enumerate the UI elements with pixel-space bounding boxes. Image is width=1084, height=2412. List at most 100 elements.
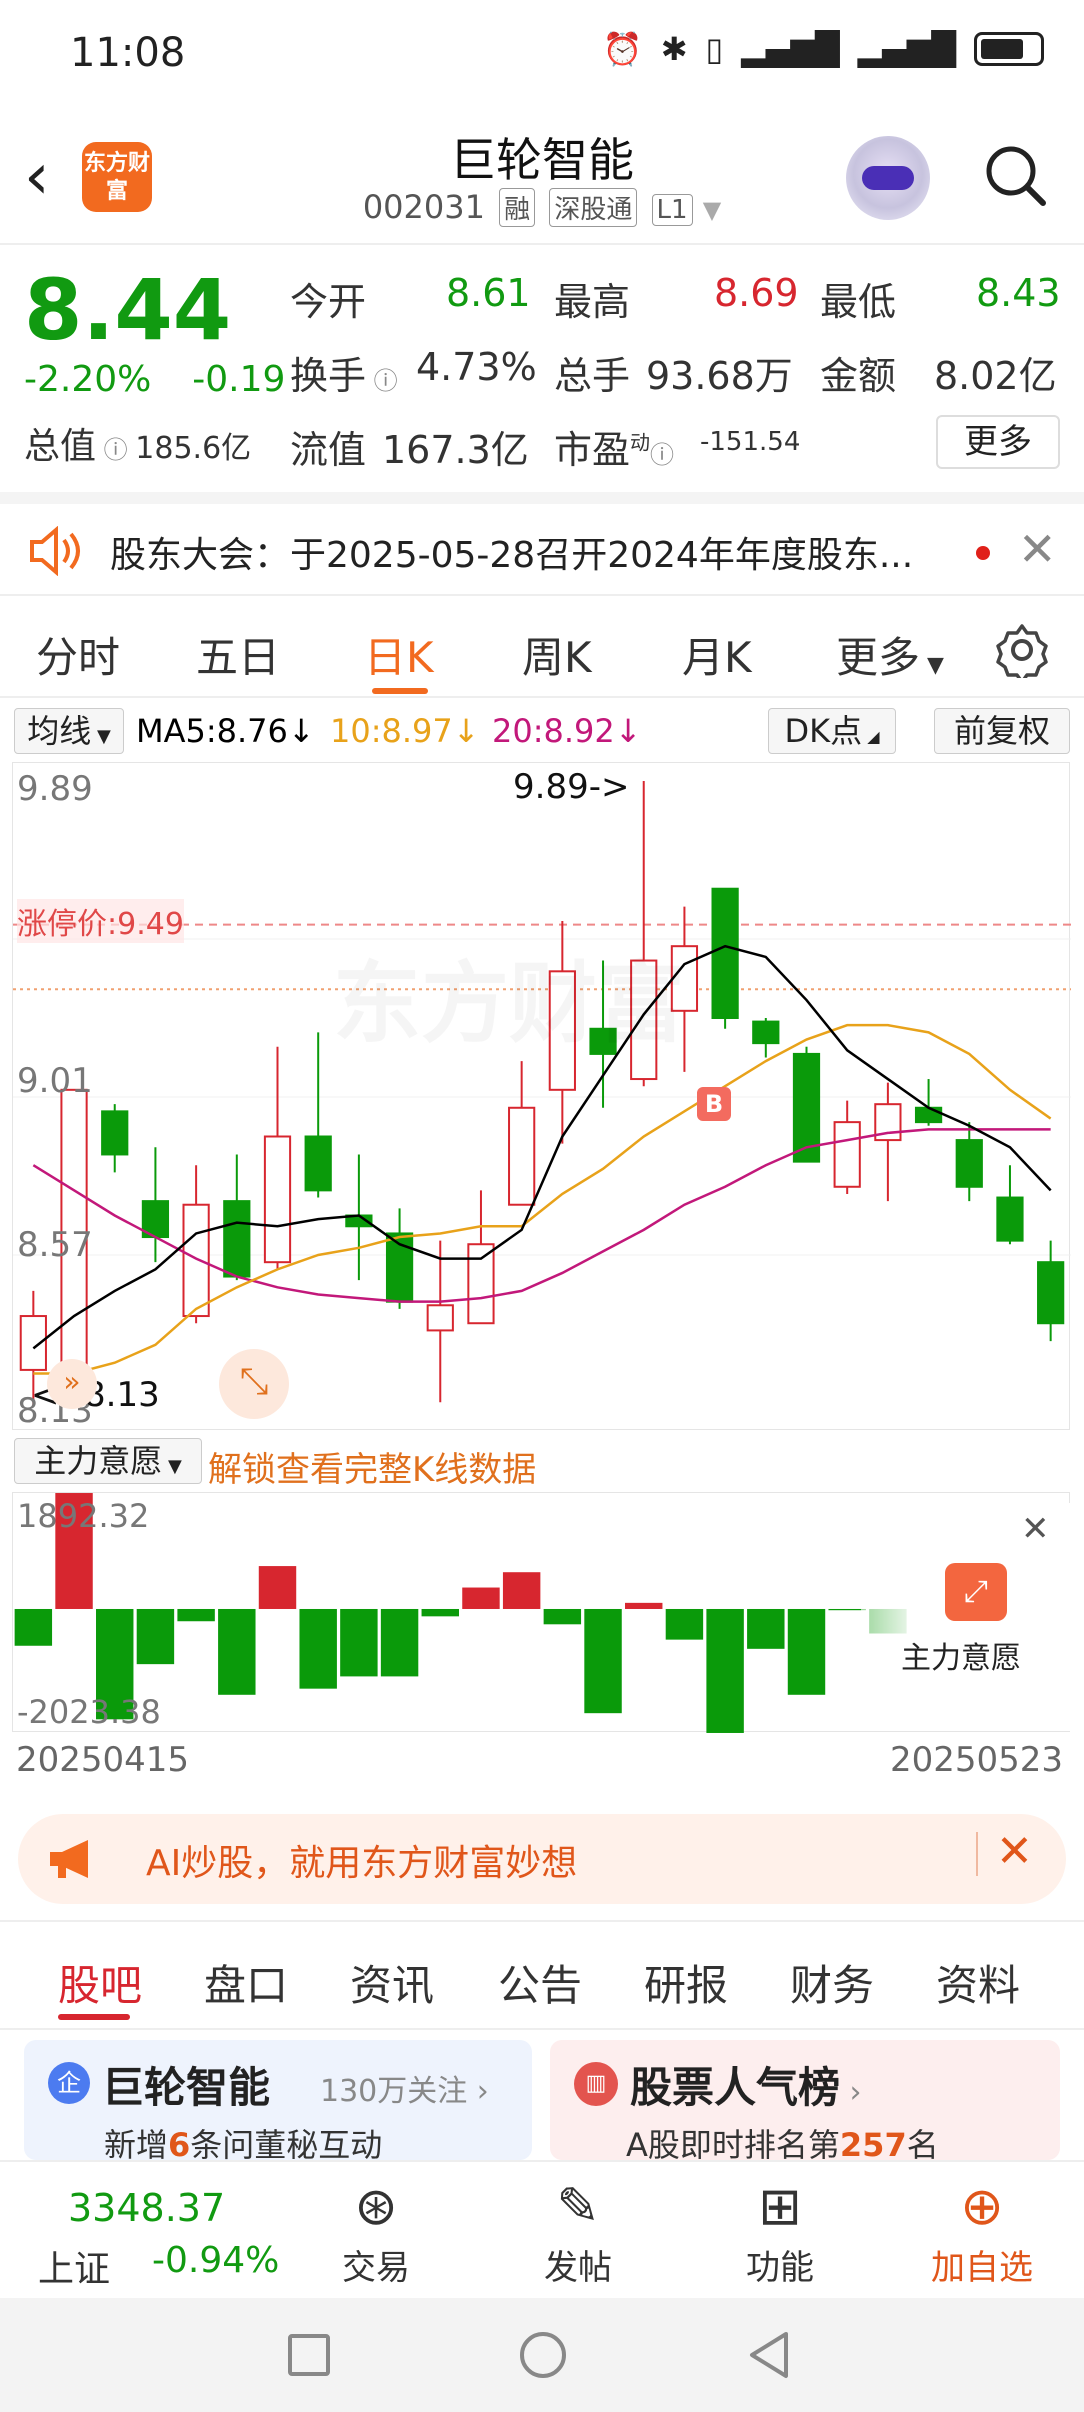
edit-icon: ✎	[556, 2177, 600, 2237]
candle-body	[1037, 1261, 1065, 1325]
signal-icon: ▂▄▆█	[741, 30, 840, 68]
fund-bar	[14, 1608, 53, 1646]
adjust-button[interactable]: 前复权	[934, 708, 1070, 754]
close-icon[interactable]: ✕	[1021, 1509, 1050, 1549]
fund-bar	[787, 1608, 826, 1695]
tab-profile[interactable]: 资料	[936, 1952, 1020, 2013]
popularity-card[interactable]: ▥ 股票人气榜 › A股即时排名第257名	[550, 2040, 1060, 2160]
level-tag: L1	[651, 194, 693, 226]
back-nav-icon[interactable]	[746, 2330, 792, 2380]
nav-add-watchlist[interactable]: ⊕ 加自选	[902, 2174, 1062, 2289]
candle-body	[263, 1135, 292, 1264]
fund-bar	[462, 1587, 500, 1609]
close-icon[interactable]: ✕	[1018, 522, 1057, 576]
dropdown-icon[interactable]: ▼	[703, 196, 721, 224]
status-time: 11:08	[70, 30, 186, 76]
tab-announcements[interactable]: 公告	[498, 1952, 582, 2013]
turnover-value: 4.73%	[416, 345, 537, 389]
home-icon[interactable]	[520, 2332, 566, 2378]
notice-bar[interactable]: 股东大会：于2025-05-28召开2024年年度股东... ✕	[0, 492, 1084, 596]
fund-bar	[421, 1608, 459, 1617]
turnover-label: 换手 ⓘ	[290, 354, 398, 398]
battery-icon	[974, 32, 1044, 66]
fund-bar	[177, 1608, 215, 1622]
kline-chart[interactable]: 9.89 9.01 8.57 8.13 涨停价:9.49 9.89-> <--8…	[12, 762, 1071, 1431]
ma10-value: 10:8.97↓	[330, 712, 480, 750]
tab-five-day[interactable]: 五日	[196, 624, 280, 685]
company-card-sub: 新增6条问董秘互动	[104, 2126, 383, 2160]
tab-intraday[interactable]: 分时	[36, 624, 120, 685]
signal-2-icon: ▂▄▆█	[857, 30, 956, 68]
active-section-underline	[58, 2014, 130, 2020]
tab-news[interactable]: 资讯	[350, 1952, 434, 2013]
settings-icon[interactable]	[994, 622, 1050, 678]
limit-up-label: 涨停价:9.49	[17, 899, 184, 943]
nav-post-label: 发帖	[544, 2248, 612, 2288]
volume-value: 93.68万	[646, 354, 793, 398]
market-cap: 总值 ⓘ 185.6亿	[24, 417, 251, 469]
fund-bar	[584, 1608, 622, 1714]
trade-icon: ⊛	[354, 2177, 398, 2237]
fund-max-label: 1892.32	[17, 1497, 150, 1535]
fund-bar	[665, 1608, 704, 1640]
high-label: 最高	[554, 280, 631, 324]
company-card[interactable]: 企 巨轮智能 130万关注 › 新增6条问董秘互动	[24, 2040, 532, 2160]
nav-functions-label: 功能	[746, 2248, 814, 2288]
fund-bar	[543, 1608, 582, 1625]
nav-post[interactable]: ✎ 发帖	[498, 2174, 658, 2289]
system-nav	[0, 2298, 1084, 2412]
tab-daily-k[interactable]: 日K	[364, 624, 434, 685]
tab-pankou[interactable]: 盘口	[204, 1952, 288, 2013]
ma-row: 均线 ▼ MA5:8.76↓ 10:8.97↓ 20:8.92↓ DK点 ◢ 前…	[0, 706, 1084, 756]
tab-weekly-k[interactable]: 周K	[522, 624, 592, 685]
nav-trade[interactable]: ⊛ 交易	[296, 2174, 456, 2289]
nav-add-watchlist-label: 加自选	[931, 2248, 1033, 2288]
candle-body	[467, 1243, 495, 1325]
grid-icon: ⊞	[758, 2177, 802, 2237]
ma5-value: MA5:8.76↓	[136, 712, 315, 750]
expand-icon[interactable]: ⤡	[219, 1349, 289, 1419]
recent-apps-icon[interactable]	[288, 2334, 330, 2376]
tab-finance[interactable]: 财务	[790, 1952, 874, 2013]
assistant-robot-icon[interactable]	[846, 136, 930, 220]
ma20-value: 20:8.92↓	[492, 712, 642, 750]
ai-banner[interactable]: AI炒股，就用东方财富妙想 ✕	[18, 1814, 1066, 1904]
indicator-selector[interactable]: 均线 ▼	[14, 708, 124, 754]
tab-monthly-k[interactable]: 月K	[682, 624, 752, 685]
more-button[interactable]: 更多	[936, 415, 1060, 469]
fund-bar	[258, 1566, 297, 1609]
end-date: 20250523	[890, 1740, 1064, 1780]
info-icon[interactable]: ⓘ	[96, 436, 135, 464]
candle-body	[426, 1304, 454, 1332]
price-change: -2.20% -0.19	[24, 359, 285, 400]
ai-banner-text: AI炒股，就用东方财富妙想	[146, 1843, 578, 1884]
change-amount: -0.19	[192, 359, 286, 400]
fund-indicator-selector[interactable]: 主力意愿 ▼	[14, 1438, 202, 1484]
notice-text: 股东大会：于2025-05-28召开2024年年度股东...	[110, 535, 914, 576]
tab-guba[interactable]: 股吧	[58, 1952, 142, 2013]
company-card-title: 巨轮智能	[102, 2063, 271, 2112]
tab-research[interactable]: 研报	[644, 1952, 728, 2013]
index-name: 上证	[38, 2249, 111, 2290]
max-price-marker: 9.89->	[513, 767, 630, 807]
fund-bar	[299, 1608, 337, 1689]
index-ticker[interactable]: 3348.37 上证 -0.94%	[22, 2166, 279, 2296]
current-price: 8.44	[24, 261, 232, 359]
collapse-left-icon[interactable]: »	[47, 1359, 97, 1409]
fund-bar	[136, 1608, 175, 1665]
fund-chart[interactable]: 1892.32 -2023.38 ✕ ⤢ 主力意愿	[12, 1492, 1071, 1733]
fund-bar	[502, 1572, 541, 1609]
megaphone-icon	[50, 1840, 88, 1878]
float-label: 流值	[290, 428, 367, 472]
connect-tag: 深股通	[549, 188, 638, 227]
market-cap-label: 总值	[24, 426, 97, 467]
dk-point-button[interactable]: DK点 ◢	[768, 708, 896, 754]
fund-lock-panel[interactable]: ✕ ⤢ 主力意愿	[861, 1503, 1071, 1731]
nav-functions[interactable]: ⊞ 功能	[700, 2174, 860, 2289]
search-icon[interactable]	[980, 140, 1050, 210]
close-icon[interactable]: ✕	[996, 1826, 1033, 1877]
tab-more[interactable]: 更多 ▼	[836, 624, 944, 685]
fund-bar	[747, 1608, 785, 1649]
buy-marker[interactable]: B	[697, 1087, 731, 1121]
unlock-link[interactable]: 解锁查看完整K线数据	[208, 1442, 536, 1491]
